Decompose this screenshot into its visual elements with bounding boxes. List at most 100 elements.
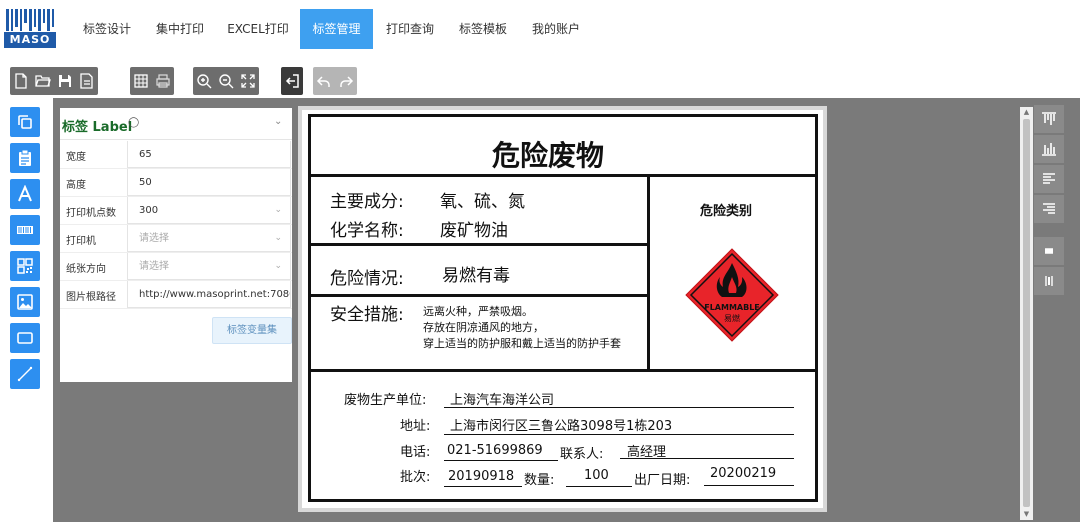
nav-excel-print[interactable]: EXCEL打印 [220,9,296,49]
fullscreen-icon [241,74,255,88]
image-element-button[interactable] [10,287,40,317]
align-right-icon [1043,203,1055,214]
save-as-button[interactable] [76,67,98,95]
phone-label[interactable]: 电话: [400,441,430,460]
batch-label[interactable]: 批次: [400,466,430,485]
barcode-icon [17,226,33,234]
nav-label-design[interactable]: 标签设计 [72,9,142,49]
zoom-in-button[interactable] [193,67,215,95]
printer-select[interactable]: 请选择 ⌄ [127,225,291,252]
chem-name-label[interactable]: 化学名称: [330,216,404,241]
printer-icon [156,74,170,88]
text-element-button[interactable] [10,179,40,209]
image-icon [17,294,33,310]
orientation-placeholder: 请选择 [139,261,169,272]
properties-panel: 标签 Label ◯ ⌄ 宽度 65 高度 50 打印机点数 300 ⌄ 打印机 … [60,108,292,382]
open-folder-button[interactable] [32,67,54,95]
date-label[interactable]: 出厂日期: [634,469,690,488]
address-value[interactable]: 上海市闵行区三鲁公路3098号1栋203 [450,415,672,434]
hazard-label[interactable]: 危险情况: [330,264,404,289]
nav-batch-print[interactable]: 集中打印 [146,9,214,49]
chevron-down-icon[interactable]: ⌄ [274,116,282,127]
prop-label: 打印机点数 [66,208,116,219]
undo-button[interactable] [313,67,335,95]
producer-value[interactable]: 上海汽车海洋公司 [450,389,554,408]
nav-label-template[interactable]: 标签模板 [448,9,518,49]
undo-icon [316,76,330,87]
safety-line[interactable]: 远离火种，严禁吸烟。 [423,303,533,319]
flammable-pictogram[interactable]: FLAMMABLE 易燃 [684,247,780,343]
center-horizontal-icon [1045,248,1053,254]
contact-label[interactable]: 联系人: [560,443,603,462]
label-canvas[interactable]: 危险废物 主要成分: 氧、硫、氮 化学名称: 废矿物油 危险情况: 易燃有毒 安… [302,110,823,508]
flammable-icon: FLAMMABLE 易燃 [685,248,779,342]
qrcode-element-button[interactable] [10,251,40,281]
address-label[interactable]: 地址: [400,415,430,434]
composition-label[interactable]: 主要成分: [330,187,404,212]
maso-logo[interactable]: MASO [4,9,56,49]
bookmark-icon[interactable]: ◯ [128,117,139,128]
properties-header[interactable]: 标签 Label ◯ ⌄ [60,108,292,140]
nav-label-manage[interactable]: 标签管理 [300,9,373,49]
hazard-value[interactable]: 易燃有毒 [442,261,510,286]
center-horizontal-button[interactable] [1034,237,1064,265]
align-bottom-icon [1042,143,1056,156]
safety-line[interactable]: 穿上适当的防护服和戴上适当的防护手套 [423,335,646,351]
align-top-button[interactable] [1034,105,1064,133]
label-title[interactable]: 危险废物 [492,134,604,174]
composition-value[interactable]: 氧、硫、氮 [440,187,525,212]
file-tool-group [10,67,98,95]
date-value[interactable]: 20200219 [710,466,776,481]
nav-print-query[interactable]: 打印查询 [377,9,443,49]
vertical-scrollbar[interactable]: ▲ ▼ [1020,107,1033,520]
align-left-button[interactable] [1034,165,1064,193]
hazard-category-title[interactable]: 危险类别 [700,200,752,219]
chevron-down-icon: ⌄ [274,233,282,243]
chem-name-value[interactable]: 废矿物油 [440,216,508,241]
qty-value[interactable]: 100 [584,468,609,483]
underline [444,434,794,435]
chevron-down-icon: ⌄ [274,261,282,271]
nav-my-account[interactable]: 我的账户 [522,9,590,49]
exit-button[interactable] [281,67,303,95]
prop-row-dpi: 打印机点数 300 ⌄ [60,197,292,225]
qty-label[interactable]: 数量: [524,469,554,488]
copy-element-button[interactable] [10,107,40,137]
line-icon [17,366,33,382]
scroll-thumb[interactable] [1023,119,1030,507]
line-element-button[interactable] [10,359,40,389]
align-top-icon [1042,112,1056,125]
barcode-logo-icon [6,9,54,31]
image-path-input[interactable]: http://www.masoprint.net:7080/S [127,281,291,308]
scroll-down-icon[interactable]: ▼ [1022,510,1031,519]
redo-button[interactable] [335,67,357,95]
dpi-select[interactable]: 300 ⌄ [127,197,291,224]
zoom-out-button[interactable] [215,67,237,95]
new-file-button[interactable] [10,67,32,95]
underline [444,460,558,461]
batch-value[interactable]: 20190918 [448,469,514,484]
orientation-select[interactable]: 请选择 ⌄ [127,253,291,280]
width-input[interactable]: 65 [127,141,291,168]
table-button[interactable] [130,67,152,95]
save-button[interactable] [54,67,76,95]
safety-label[interactable]: 安全措施: [330,300,404,325]
paste-element-button[interactable] [10,143,40,173]
producer-label[interactable]: 废物生产单位: [344,389,426,408]
barcode-element-button[interactable] [10,215,40,245]
safety-line[interactable]: 存放在阴凉通风的地方， [423,319,544,335]
divider-line [647,174,650,372]
rectangle-element-button[interactable] [10,323,40,353]
fit-screen-button[interactable] [237,67,259,95]
save-icon [59,75,71,87]
phone-value[interactable]: 021-51699869 [447,443,543,458]
divider-line [308,243,649,246]
center-vertical-button[interactable] [1034,267,1064,295]
align-right-button[interactable] [1034,195,1064,223]
print-button[interactable] [152,67,174,95]
zoom-in-icon [197,74,212,89]
align-bottom-button[interactable] [1034,135,1064,163]
height-input[interactable]: 50 [127,169,291,196]
scroll-up-icon[interactable]: ▲ [1022,108,1031,117]
label-variables-button[interactable]: 标签变量集 [212,317,292,344]
